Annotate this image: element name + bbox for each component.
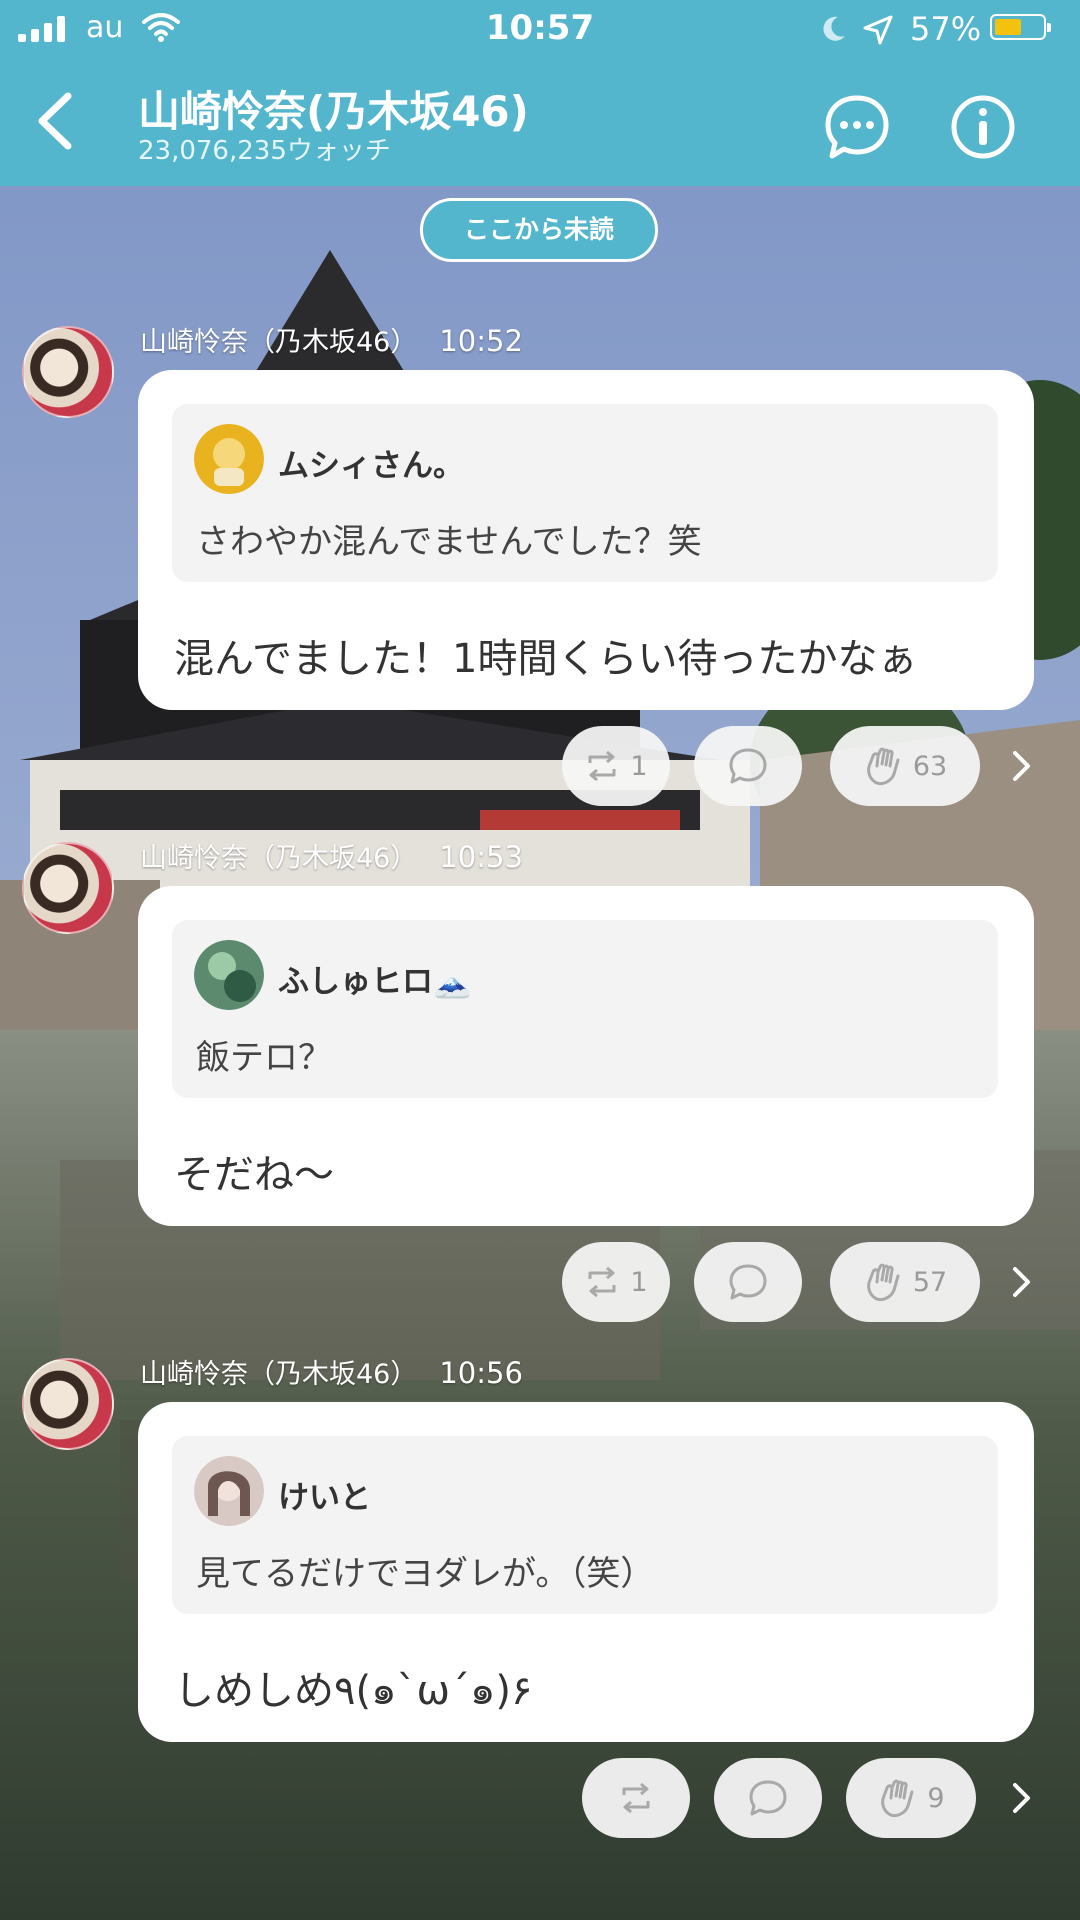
chat-bubble-icon[interactable] — [822, 92, 892, 162]
clap-icon — [866, 1263, 900, 1302]
quoted-message: けいと 見てるだけでヨダレが。（笑） — [172, 1436, 998, 1614]
quoted-message: ムシィさん。 さわやか混んでませんでした？笑 — [172, 404, 998, 582]
avatar[interactable] — [22, 326, 114, 418]
watch-count: 23,076,235ウォッチ — [138, 136, 391, 166]
message-bubble[interactable]: ふしゅヒロ🗻 飯テロ？ そだね〜 — [138, 886, 1034, 1226]
reply-text: しめしめ٩(๑`ω´๑)۶ — [174, 1668, 533, 1714]
battery-percent: 57% — [910, 10, 982, 48]
comment-button[interactable] — [694, 726, 802, 806]
location-arrow-icon — [863, 15, 893, 45]
repost-button[interactable] — [582, 1758, 690, 1838]
clap-button[interactable]: 9 — [846, 1758, 976, 1838]
sender-name: 山崎怜奈（乃木坂46） — [140, 327, 418, 358]
message-time: 10:52 — [439, 324, 523, 358]
sender-name: 山崎怜奈（乃木坂46） — [140, 843, 418, 874]
info-icon[interactable] — [948, 92, 1018, 162]
quoted-message: ふしゅヒロ🗻 飯テロ？ — [172, 920, 998, 1098]
comment-button[interactable] — [714, 1758, 822, 1838]
moon-icon — [823, 16, 845, 41]
clap-count: 9 — [927, 1782, 945, 1814]
sender-name: 山崎怜奈（乃木坂46） — [140, 1359, 418, 1390]
chevron-right-icon[interactable] — [1006, 744, 1036, 788]
avatar — [194, 1456, 264, 1526]
repost-icon — [588, 1266, 616, 1298]
top-bar: au 10:57 57% 山崎怜奈(乃木坂46) 23,076,235ウォッチ — [0, 0, 1080, 186]
quoted-text: さわやか混んでませんでした？笑 — [196, 522, 702, 562]
avatar[interactable] — [22, 842, 114, 934]
repost-button[interactable]: 1 — [562, 1242, 670, 1322]
repost-button[interactable]: 1 — [562, 726, 670, 806]
avatar — [194, 940, 264, 1010]
message-time: 10:56 — [439, 1356, 523, 1390]
quoted-user-name: けいと — [278, 1480, 371, 1516]
message-actions: 1 57 — [0, 1242, 1080, 1324]
avatar — [194, 424, 264, 494]
reply-text: そだね〜 — [174, 1152, 334, 1198]
comment-icon — [749, 1780, 787, 1816]
clap-icon — [866, 747, 900, 786]
clap-button[interactable]: 63 — [830, 726, 980, 806]
clap-count: 63 — [912, 750, 948, 782]
repost-icon — [588, 750, 616, 782]
repost-count: 1 — [630, 1266, 648, 1298]
message-meta: 山崎怜奈（乃木坂46） 10:52 — [140, 320, 523, 359]
message-meta: 山崎怜奈（乃木坂46） 10:53 — [140, 836, 523, 875]
comment-icon — [729, 748, 767, 784]
repost-count: 1 — [630, 750, 648, 782]
quoted-user-name: ふしゅヒロ🗻 — [278, 964, 472, 1000]
message-actions: 9 — [0, 1758, 1080, 1840]
message-meta: 山崎怜奈（乃木坂46） 10:56 — [140, 1352, 523, 1391]
chevron-right-icon[interactable] — [1006, 1776, 1036, 1820]
message-actions: 1 63 — [0, 726, 1080, 808]
quoted-text: 見てるだけでヨダレが。（笑） — [196, 1554, 655, 1594]
clap-count: 57 — [912, 1266, 948, 1298]
clap-icon — [881, 1779, 914, 1818]
clap-button[interactable]: 57 — [830, 1242, 980, 1322]
reply-text: 混んでました！1時間くらい待ったかなぁ — [174, 636, 918, 682]
chevron-right-icon[interactable] — [1006, 1260, 1036, 1304]
quoted-text: 飯テロ？ — [196, 1038, 332, 1078]
status-bar: au 10:57 57% — [0, 0, 1080, 60]
message-time: 10:53 — [439, 840, 523, 874]
comment-icon — [729, 1264, 767, 1300]
battery-icon — [990, 14, 1051, 40]
repost-icon — [622, 1782, 650, 1814]
avatar[interactable] — [22, 1358, 114, 1450]
back-button[interactable] — [26, 86, 86, 156]
message-bubble[interactable]: ムシィさん。 さわやか混んでませんでした？笑 混んでました！1時間くらい待ったか… — [138, 370, 1034, 710]
comment-button[interactable] — [694, 1242, 802, 1322]
quoted-user-name: ムシィさん。 — [278, 448, 464, 484]
message-bubble[interactable]: けいと 見てるだけでヨダレが。（笑） しめしめ٩(๑`ω´๑)۶ — [138, 1402, 1034, 1742]
unread-marker: ここから未読 — [420, 198, 658, 262]
